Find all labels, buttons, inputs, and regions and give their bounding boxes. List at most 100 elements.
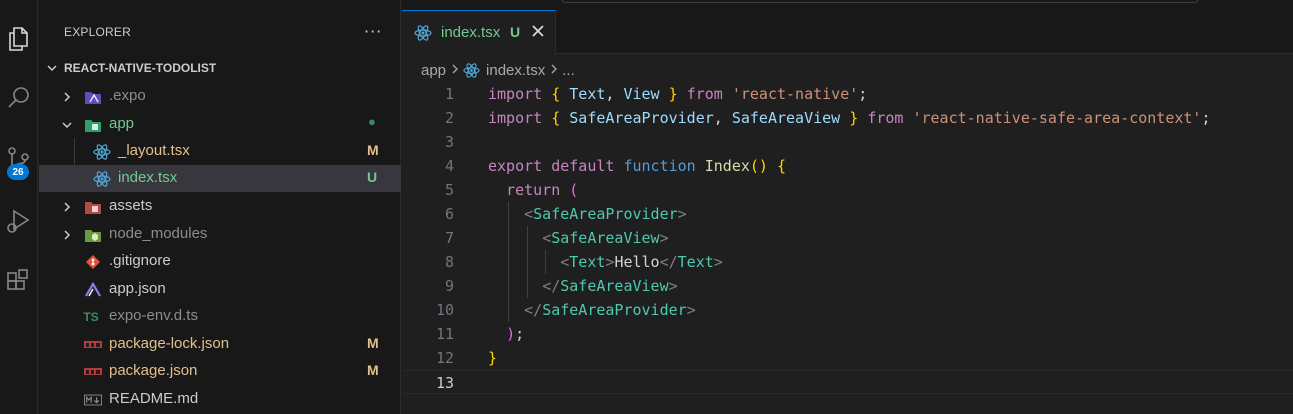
activity-bar: 26 — [0, 0, 38, 414]
code-line[interactable]: 7 <SafeAreaView> — [402, 226, 1293, 250]
code-token: import — [488, 85, 543, 103]
explorer-sidebar: EXPLORER ··· REACT-NATIVE-TODOLIST .expo… — [39, 0, 401, 414]
tree-item-label: assets — [109, 197, 153, 214]
line-number: 1 — [444, 85, 454, 103]
chevron-right-icon — [61, 200, 73, 217]
folder-status-dot: ● — [368, 114, 376, 129]
code-token: </ — [659, 253, 678, 271]
code-token: function — [623, 157, 696, 175]
code-token: () — [749, 157, 768, 175]
tree-item-label: app — [109, 115, 135, 132]
react-icon — [414, 24, 432, 46]
explorer-icon[interactable] — [0, 18, 38, 58]
tree-item-layout-tsx[interactable]: _layout.tsx M — [39, 138, 401, 165]
code-token: < — [542, 229, 552, 247]
tree-item-expo-env-dts[interactable]: TS expo-env.d.ts — [39, 303, 401, 330]
line-number: 11 — [435, 325, 454, 343]
assets-folder-icon — [84, 198, 102, 215]
tree-item-label: index.tsx — [118, 169, 178, 186]
tree-item-node-modules-folder[interactable]: node_modules — [39, 221, 401, 248]
code-token: </ — [524, 301, 543, 319]
code-line[interactable]: 3 — [402, 130, 1293, 154]
code-token: > — [686, 301, 696, 319]
explorer-title: EXPLORER — [64, 25, 131, 39]
code-line[interactable]: 10 </SafeAreaProvider> — [402, 298, 1293, 322]
code-token: > — [659, 229, 669, 247]
tab-index-tsx[interactable]: index.tsx U — [402, 10, 556, 55]
code-token: ; — [858, 85, 868, 103]
line-number: 9 — [444, 277, 454, 295]
tree-item-label: package.json — [109, 362, 198, 379]
line-number: 7 — [444, 229, 454, 247]
project-header[interactable]: REACT-NATIVE-TODOLIST — [39, 56, 401, 80]
expo-icon — [84, 281, 102, 298]
line-source: } — [488, 349, 497, 367]
git-icon — [84, 253, 102, 270]
breadcrumb-folder[interactable]: app — [421, 62, 446, 79]
code-token: View — [623, 85, 660, 103]
tree-item-assets-folder[interactable]: assets — [39, 193, 401, 220]
code-token: SafeAreaProvider — [533, 205, 678, 223]
code-line[interactable]: 11 ); — [402, 322, 1293, 346]
chevron-right-icon — [451, 63, 459, 77]
react-icon — [463, 62, 480, 79]
tree-item-label: node_modules — [109, 225, 208, 242]
line-number: 5 — [444, 181, 454, 199]
code-token: from — [867, 109, 904, 127]
search-icon[interactable] — [0, 78, 38, 118]
tree-item-app-json[interactable]: app.json — [39, 276, 401, 303]
run-debug-icon[interactable] — [0, 200, 38, 240]
tree-item-label: .expo — [109, 87, 146, 104]
line-source: import { SafeAreaProvider, SafeAreaView … — [488, 109, 1210, 127]
code-line[interactable]: 4 export default function Index() { — [402, 154, 1293, 178]
code-token: Text — [569, 253, 606, 271]
code-token: from — [686, 85, 723, 103]
code-token: import — [488, 109, 543, 127]
code-line[interactable]: 9 </SafeAreaView> — [402, 274, 1293, 298]
code-line[interactable]: 13 — [402, 370, 1293, 394]
code-line[interactable]: 2 import { SafeAreaProvider, SafeAreaView… — [402, 106, 1293, 130]
code-line[interactable]: 5 return ( — [402, 178, 1293, 202]
tree-item-gitignore[interactable]: .gitignore — [39, 248, 401, 275]
code-line[interactable]: 8 <Text>Hello</Text> — [402, 250, 1293, 274]
chevron-down-icon — [45, 61, 59, 79]
tree-item-label: .gitignore — [109, 252, 171, 269]
git-status-modified: M — [367, 362, 379, 378]
code-token: </ — [542, 277, 561, 295]
tab-bar: index.tsx U — [402, 0, 1293, 55]
code-token: ; — [515, 325, 525, 343]
line-source: <Text>Hello</Text> — [488, 253, 723, 271]
line-number: 8 — [444, 253, 454, 271]
code-token: SafeAreaView — [731, 109, 841, 127]
breadcrumb-file[interactable]: index.tsx — [486, 62, 545, 79]
code-token: { — [551, 85, 561, 103]
git-status-modified: M — [367, 335, 379, 351]
tree-item-index-tsx[interactable]: index.tsx U — [39, 165, 401, 192]
command-center[interactable] — [562, 0, 1198, 3]
tab-git-status: U — [510, 24, 521, 40]
code-token: { — [551, 109, 561, 127]
line-number: 12 — [435, 349, 454, 367]
tree-item-readme-md[interactable]: README.md — [39, 386, 401, 413]
tree-item-app-folder[interactable]: app ● — [39, 111, 401, 138]
tree-item-package-lock-json[interactable]: package-lock.json M — [39, 331, 401, 358]
extensions-icon[interactable] — [0, 261, 38, 301]
breadcrumb: app index.tsx ... — [421, 60, 575, 80]
breadcrumb-more[interactable]: ... — [562, 62, 575, 79]
tree-item-package-json[interactable]: package.json M — [39, 358, 401, 385]
code-line[interactable]: 12} — [402, 346, 1293, 370]
line-source: <SafeAreaProvider> — [488, 205, 687, 223]
code-line[interactable]: 1 import { Text, View } from 'react-nativ… — [402, 82, 1293, 106]
code-line[interactable]: 6 <SafeAreaProvider> — [402, 202, 1293, 226]
close-icon[interactable] — [529, 22, 547, 40]
markdown-icon — [84, 391, 102, 408]
tree-item-expo-folder[interactable]: .expo — [39, 83, 401, 110]
more-actions-icon[interactable]: ··· — [364, 22, 382, 41]
code-token: } — [849, 109, 859, 127]
